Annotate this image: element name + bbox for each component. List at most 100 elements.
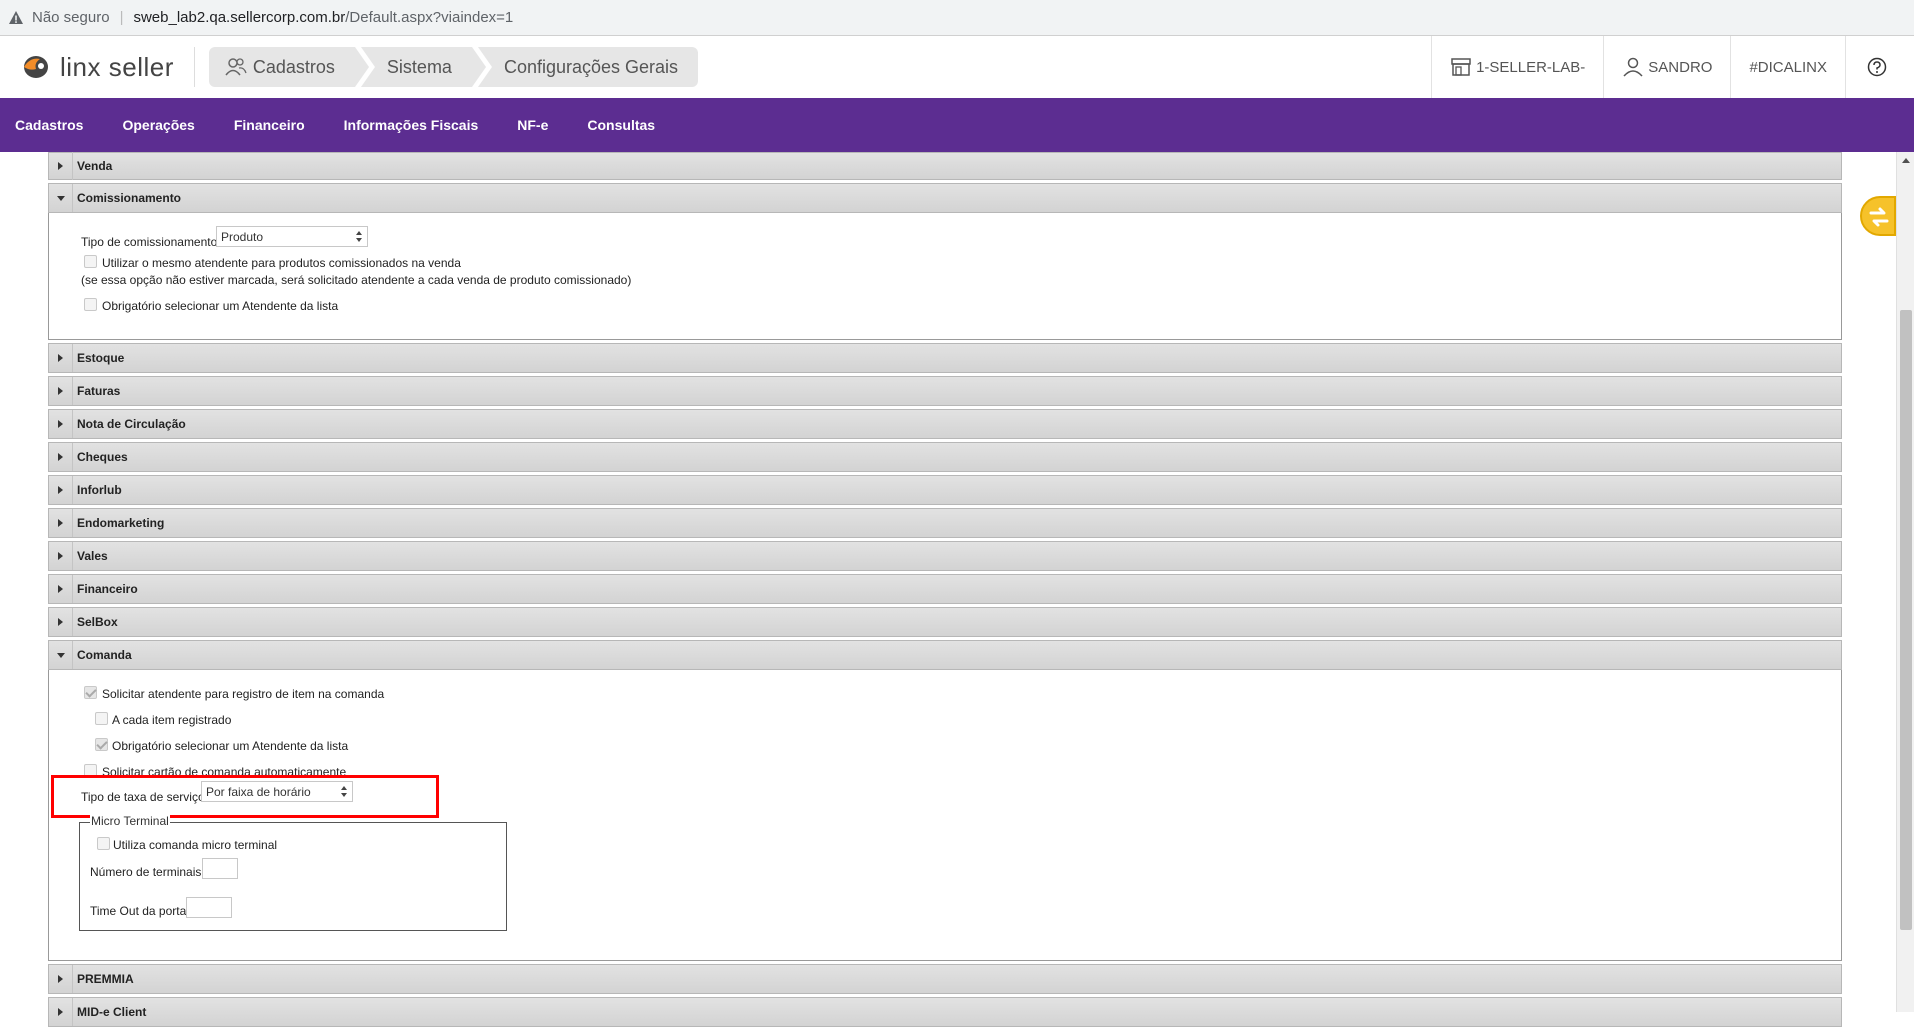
url-path: /Default.aspx?viaindex=1 [345, 9, 514, 26]
warning-icon [9, 10, 23, 24]
store-icon [1451, 58, 1471, 76]
section-vales[interactable]: Vales [48, 541, 1842, 571]
section-body-comissionamento: Tipo de comissionamento Produto Utilizar… [48, 213, 1842, 340]
user-label: SANDRO [1648, 58, 1713, 76]
section-selbox[interactable]: SelBox [48, 607, 1842, 637]
section-premmia[interactable]: PREMMIA [48, 964, 1842, 994]
header-right: 1-SELLER-LAB- SANDRO #DICALINX [1431, 36, 1914, 98]
section-endomarketing[interactable]: Endomarketing [48, 508, 1842, 538]
expand-icon [49, 476, 73, 504]
obrigatorio-atendente-comanda-checkbox[interactable] [95, 738, 108, 751]
a-cada-item-checkbox[interactable] [95, 712, 108, 725]
dicalinx-link[interactable]: #DICALINX [1730, 36, 1845, 98]
logo-text: linx seller [60, 51, 174, 82]
menu-nfe[interactable]: NF-e [502, 117, 564, 133]
numero-terminais-input[interactable] [202, 858, 238, 879]
select-value: Produto [221, 229, 264, 244]
timeout-porta-label: Time Out da porta [90, 904, 187, 918]
settings-content: Venda Comissionamento Tipo de comissiona… [48, 152, 1842, 1030]
menu-operacoes[interactable]: Operações [107, 117, 210, 133]
scroll-up-icon[interactable] [1902, 158, 1910, 163]
section-inforlub[interactable]: Inforlub [48, 475, 1842, 505]
section-estoque[interactable]: Estoque [48, 343, 1842, 373]
menu-cadastros[interactable]: Cadastros [0, 117, 99, 133]
micro-terminal-fieldset: Micro Terminal Utiliza comanda micro ter… [79, 814, 507, 931]
user-menu[interactable]: SANDRO [1603, 36, 1730, 98]
section-comanda[interactable]: Comanda [48, 640, 1842, 670]
section-mid-e-client[interactable]: MID-e Client [48, 997, 1842, 1027]
section-title: Financeiro [77, 582, 138, 596]
address-separator: | [119, 9, 124, 26]
section-title: PREMMIA [77, 972, 134, 986]
help-button[interactable] [1845, 36, 1914, 98]
vertical-scrollbar[interactable] [1896, 152, 1914, 1012]
section-title: Endomarketing [77, 516, 165, 530]
section-title: Faturas [77, 384, 121, 398]
section-title: SelBox [77, 615, 118, 629]
section-title: Venda [77, 159, 113, 173]
expand-icon [49, 509, 73, 537]
section-venda[interactable]: Venda [48, 152, 1842, 180]
scroll-thumb[interactable] [1900, 310, 1912, 930]
tipo-taxa-servico-select[interactable]: Por faixa de horário [201, 781, 353, 802]
section-title: Nota de Circulação [77, 417, 186, 431]
expand-icon [49, 152, 73, 180]
section-title: Comanda [77, 648, 132, 662]
side-helper-button[interactable] [1860, 196, 1896, 236]
mesmo-atendente-checkbox[interactable] [84, 255, 97, 268]
micro-terminal-legend: Micro Terminal [90, 814, 170, 828]
section-title: MID-e Client [77, 1005, 147, 1019]
user-icon [1623, 57, 1643, 77]
menu-informacoes-fiscais[interactable]: Informações Fiscais [329, 117, 495, 133]
collapse-icon [49, 184, 73, 212]
section-faturas[interactable]: Faturas [48, 376, 1842, 406]
obrigatorio-atendente-comanda-label: Obrigatório selecionar um Atendente da l… [112, 739, 349, 753]
security-label: Não seguro [32, 9, 110, 26]
mesmo-atendente-label: Utilizar o mesmo atendente para produtos… [102, 256, 461, 270]
expand-icon [49, 410, 73, 438]
section-cheques[interactable]: Cheques [48, 442, 1842, 472]
breadcrumb-sistema[interactable]: Sistema [360, 47, 492, 87]
url-field[interactable]: sweb_lab2.qa.sellercorp.com.br/Default.a… [133, 9, 513, 26]
menu-consultas[interactable]: Consultas [572, 117, 671, 133]
solicitar-atendente-checkbox[interactable] [84, 686, 97, 699]
tag-label: #DICALINX [1749, 58, 1827, 76]
section-comissionamento[interactable]: Comissionamento [48, 183, 1842, 213]
breadcrumb-label: Cadastros [252, 56, 335, 77]
comissionamento-note: (se essa opção não estiver marcada, será… [81, 273, 632, 287]
breadcrumb-label: Configurações Gerais [503, 56, 679, 77]
breadcrumb: Cadastros Sistema Configurações Gerais [208, 47, 704, 87]
select-value: Por faixa de horário [206, 784, 311, 799]
timeout-porta-input[interactable] [186, 897, 232, 918]
app-header: linx seller Cadastros Sistema Configuraç… [0, 36, 1914, 98]
collapse-icon [49, 641, 73, 669]
store-label: 1-SELLER-LAB- [1476, 58, 1586, 76]
expand-icon [49, 377, 73, 405]
section-title: Inforlub [77, 483, 122, 497]
utiliza-micro-terminal-checkbox[interactable] [97, 837, 110, 850]
users-icon [225, 58, 247, 76]
numero-terminais-label: Número de terminais [90, 865, 202, 879]
tipo-comissionamento-label: Tipo de comissionamento [81, 235, 218, 249]
a-cada-item-label: A cada item registrado [112, 713, 232, 727]
breadcrumb-configuracoes-gerais[interactable]: Configurações Gerais [477, 47, 699, 87]
help-circle-icon [1867, 57, 1887, 77]
section-nota-circulacao[interactable]: Nota de Circulação [48, 409, 1842, 439]
breadcrumb-cadastros[interactable]: Cadastros [208, 47, 375, 87]
section-body-comanda: Solicitar atendente para registro de ite… [48, 670, 1842, 961]
app-logo[interactable]: linx seller [20, 47, 195, 87]
tipo-taxa-servico-label: Tipo de taxa de serviço [81, 790, 205, 804]
expand-icon [49, 965, 73, 993]
obrigatorio-atendente-checkbox[interactable] [84, 298, 97, 311]
section-title: Comissionamento [77, 191, 182, 205]
section-title: Vales [77, 549, 108, 563]
tipo-comissionamento-select[interactable]: Produto [216, 226, 368, 247]
section-title: Cheques [77, 450, 128, 464]
expand-icon [49, 542, 73, 570]
store-selector[interactable]: 1-SELLER-LAB- [1431, 36, 1603, 98]
browser-address-bar: Não seguro | sweb_lab2.qa.sellercorp.com… [0, 0, 1914, 36]
solicitar-atendente-label: Solicitar atendente para registro de ite… [102, 687, 385, 701]
menu-financeiro[interactable]: Financeiro [219, 117, 321, 133]
section-financeiro[interactable]: Financeiro [48, 574, 1842, 604]
main-menu: Cadastros Operações Financeiro Informaçõ… [0, 98, 1914, 152]
